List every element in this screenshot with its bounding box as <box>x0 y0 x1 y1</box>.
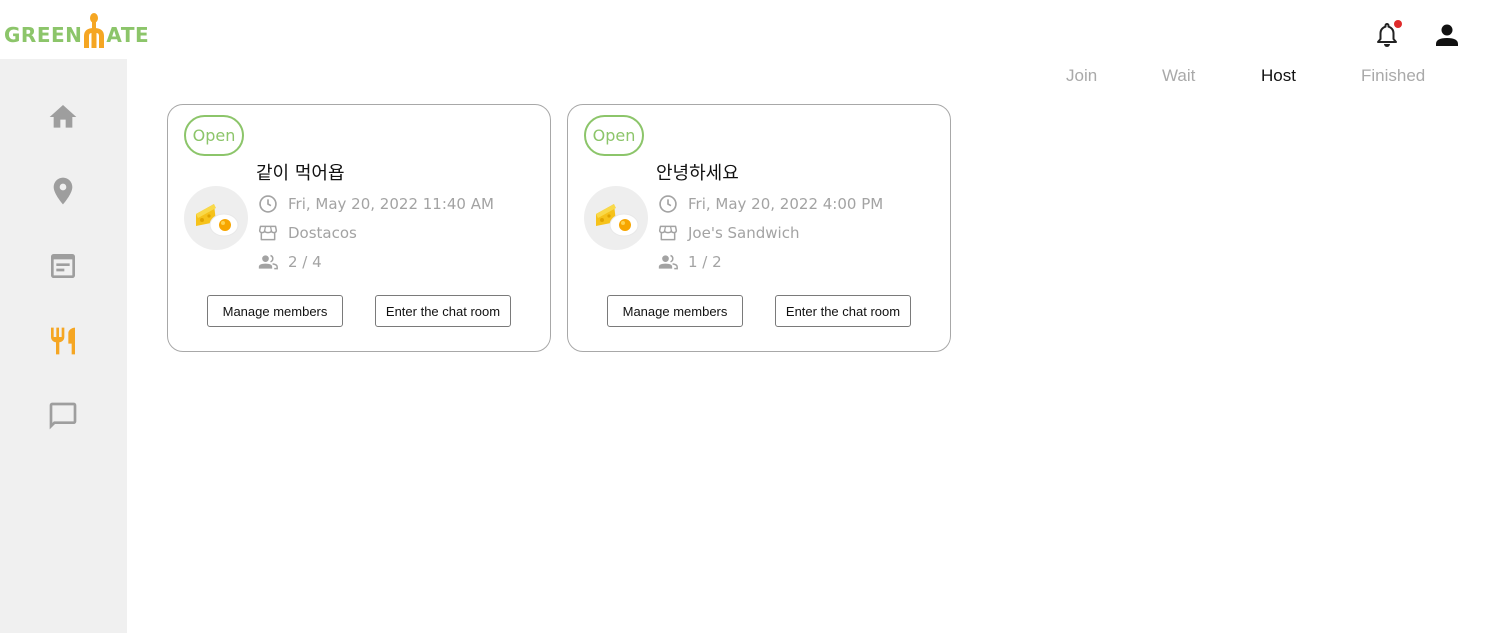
card-place-row: Dostacos <box>257 222 357 244</box>
sidebar-item-home[interactable] <box>45 99 81 135</box>
enter-chat-room-button[interactable]: Enter the chat room <box>775 295 911 327</box>
status-badge: Open <box>584 115 644 156</box>
logo-text-left: GREEN <box>4 23 83 47</box>
clock-icon <box>657 193 679 215</box>
card-title: 같이 먹어욥 <box>256 163 345 184</box>
food-avatar <box>584 186 648 250</box>
chat-icon <box>49 402 77 430</box>
notification-button[interactable] <box>1374 20 1402 50</box>
card-members: 2 / 4 <box>288 253 322 271</box>
location-pin-icon <box>53 177 73 205</box>
user-icon <box>1436 24 1458 46</box>
card-date-row: Fri, May 20, 2022 4:00 PM <box>657 193 883 215</box>
tab-join[interactable]: Join <box>1066 66 1097 86</box>
manage-members-button[interactable]: Manage members <box>207 295 343 327</box>
card-place: Dostacos <box>288 224 357 242</box>
meal-card: Open 안녕하세요 Fri, May 20, 2022 4:00 PM Joe… <box>567 104 951 352</box>
brand-logo[interactable]: GREEN ATE <box>4 8 149 48</box>
tab-wait[interactable]: Wait <box>1162 66 1195 86</box>
profile-button[interactable] <box>1434 20 1460 50</box>
people-icon <box>257 251 279 273</box>
card-date-row: Fri, May 20, 2022 11:40 AM <box>257 193 494 215</box>
manage-members-button[interactable]: Manage members <box>607 295 743 327</box>
clock-icon <box>257 193 279 215</box>
card-place: Joe's Sandwich <box>688 224 800 242</box>
people-icon <box>657 251 679 273</box>
card-members-row: 2 / 4 <box>257 251 322 273</box>
sidebar <box>0 59 127 633</box>
notification-dot <box>1394 20 1402 28</box>
restaurant-icon <box>51 327 75 355</box>
sidebar-item-location[interactable] <box>45 173 81 209</box>
card-members-row: 1 / 2 <box>657 251 722 273</box>
cheese-egg-icon <box>196 204 239 237</box>
storefront-icon <box>257 222 279 244</box>
card-place-row: Joe's Sandwich <box>657 222 799 244</box>
meal-card: Open 같이 먹어욥 Fri, May 20, 2022 11:40 AM D… <box>167 104 551 352</box>
home-icon <box>49 105 77 128</box>
tab-host[interactable]: Host <box>1261 66 1296 86</box>
cheese-egg-icon <box>596 204 639 237</box>
sidebar-item-chat[interactable] <box>45 398 81 434</box>
status-badge: Open <box>184 115 244 156</box>
sidebar-item-board[interactable] <box>45 248 81 284</box>
storefront-icon <box>657 222 679 244</box>
card-date: Fri, May 20, 2022 4:00 PM <box>688 195 884 213</box>
card-title: 안녕하세요 <box>656 163 739 184</box>
logo-text-right: ATE <box>106 23 150 47</box>
food-avatar <box>184 186 248 250</box>
article-icon <box>51 254 75 278</box>
card-members: 1 / 2 <box>688 253 722 271</box>
enter-chat-room-button[interactable]: Enter the chat room <box>375 295 511 327</box>
sidebar-item-meals[interactable] <box>45 323 81 359</box>
tab-finished[interactable]: Finished <box>1361 66 1425 86</box>
card-date: Fri, May 20, 2022 11:40 AM <box>288 195 494 213</box>
fork-logo-icon <box>83 12 105 48</box>
